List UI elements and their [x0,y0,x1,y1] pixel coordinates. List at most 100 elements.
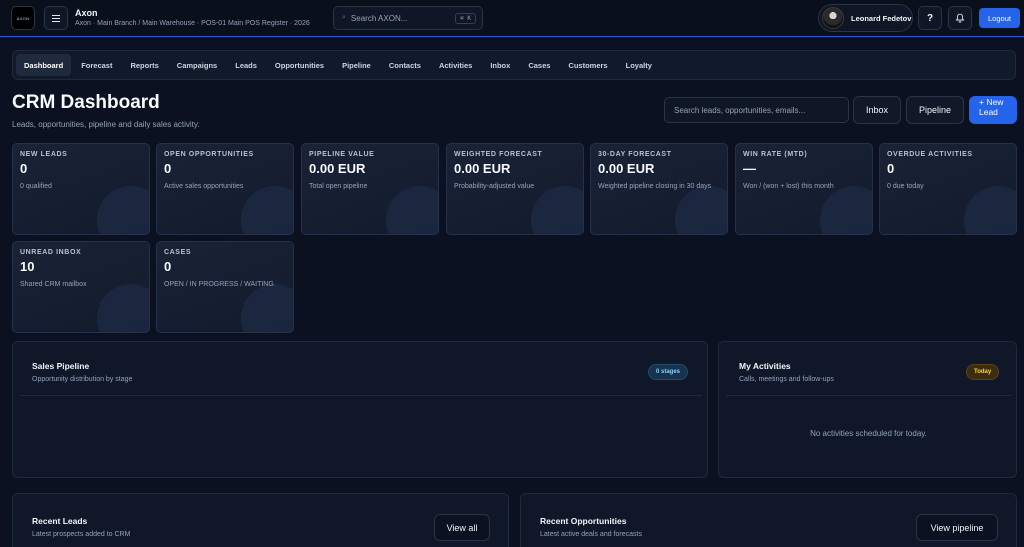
search-shortcut-badge: ⌘ K [455,13,476,24]
my-activities-title: My Activities [739,361,791,371]
kpi-note: Active sales opportunities [164,183,244,190]
recent-opportunities-panel: Recent Opportunities Latest active deals… [520,493,1017,547]
kpi-card[interactable]: CASES 0 OPEN / IN PROGRESS / WAITING [156,241,294,333]
card-decoration [97,284,149,332]
kpi-note: 0 due today [887,183,924,190]
kpi-note: Won / (won + lost) this month [743,183,834,190]
kpi-note: Total open pipeline [309,183,368,190]
recent-opportunities-subtitle: Latest active deals and forecasts [540,531,642,538]
today-badge: Today [966,364,1000,380]
new-lead-button[interactable]: + New Lead [969,96,1017,124]
panel-divider [20,395,702,396]
kpi-card[interactable]: UNREAD INBOX 10 Shared CRM mailbox [12,241,150,333]
tab-cases[interactable]: Cases [520,54,558,76]
breadcrumb: Axon · Main Branch / Main Warehouse · PO… [75,20,310,27]
crm-search-input[interactable]: Search leads, opportunities, emails... [664,97,849,123]
inbox-button[interactable]: Inbox [853,96,901,124]
kpi-label: WIN RATE (MTD) [743,151,808,158]
search-icon: ⌕ [342,14,346,21]
card-decoration [820,186,872,234]
kpi-label: OVERDUE ACTIVITIES [887,151,973,158]
my-activities-subtitle: Calls, meetings and follow-ups [739,376,834,383]
user-menu[interactable]: Leonard Fedetov [818,4,913,32]
recent-leads-panel: Recent Leads Latest prospects added to C… [12,493,509,547]
menu-button[interactable] [44,6,68,30]
tab-customers[interactable]: Customers [560,54,615,76]
page-title: CRM Dashboard [12,92,160,113]
global-search-placeholder: Search AXON... [350,13,408,23]
kpi-card[interactable]: OVERDUE ACTIVITIES 0 0 due today [879,143,1017,235]
page-subtitle: Leads, opportunities, pipeline and daily… [12,120,200,129]
card-decoration [386,186,438,234]
top-bar: AXON Axon Axon · Main Branch / Main Ware… [0,0,1024,37]
kpi-label: CASES [164,249,192,256]
question-icon: ? [926,12,934,24]
tab-loyalty[interactable]: Loyalty [618,54,660,76]
bell-icon [955,13,965,23]
tab-pipeline[interactable]: Pipeline [334,54,379,76]
panel-divider [726,395,1011,396]
kpi-card[interactable]: OPEN OPPORTUNITIES 0 Active sales opportun… [156,143,294,235]
recent-opportunities-title: Recent Opportunities [540,516,627,526]
card-decoration [97,186,149,234]
tab-contacts[interactable]: Contacts [381,54,429,76]
sales-pipeline-title: Sales Pipeline [32,361,90,371]
logout-button[interactable]: Logout [979,8,1020,28]
view-all-leads-button[interactable]: View all [434,514,490,541]
kpi-value: 0 [887,161,895,176]
sales-pipeline-panel: Sales Pipeline Opportunity distribution … [12,341,708,478]
kpi-note: OPEN / IN PROGRESS / WAITING [164,281,274,288]
kpi-value: 0.00 EUR [454,161,511,176]
kpi-value: 0 [164,161,172,176]
my-activities-panel: My Activities Calls, meetings and follow… [718,341,1017,478]
kpi-label: UNREAD INBOX [20,249,82,256]
kpi-value: 10 [20,259,35,274]
kpi-label: 30-DAY FORECAST [598,151,672,158]
recent-leads-subtitle: Latest prospects added to CRM [32,531,131,538]
kpi-card[interactable]: WEIGHTED FORECAST 0.00 EUR Probability-adj… [446,143,584,235]
tab-campaigns[interactable]: Campaigns [169,54,225,76]
tab-reports[interactable]: Reports [122,54,166,76]
logo-text: AXON [16,15,30,21]
pipeline-button[interactable]: Pipeline [906,96,964,124]
help-button[interactable]: ? [918,6,942,30]
kpi-label: OPEN OPPORTUNITIES [164,151,254,158]
tab-inbox[interactable]: Inbox [482,54,518,76]
kpi-value: 0.00 EUR [309,161,366,176]
notifications-button[interactable] [948,6,972,30]
kpi-note: 0 qualified [20,183,52,190]
kpi-card[interactable]: WIN RATE (MTD) — Won / (won + lost) this m… [735,143,873,235]
empty-activities-text: No activities scheduled for today. [810,429,927,438]
view-pipeline-button[interactable]: View pipeline [916,514,998,541]
avatar [822,7,844,29]
kpi-card[interactable]: 30-DAY FORECAST 0.00 EUR Weighted pipeline… [590,143,728,235]
tab-opportunities[interactable]: Opportunities [267,54,332,76]
user-name: Leonard Fedetov [851,13,912,23]
kpi-card[interactable]: PIPELINE VALUE 0.00 EUR Total open pipelin… [301,143,439,235]
tab-leads[interactable]: Leads [227,54,265,76]
card-decoration [531,186,583,234]
brand-block: Axon Axon · Main Branch / Main Warehouse… [75,8,310,27]
recent-leads-title: Recent Leads [32,516,88,526]
kpi-label: WEIGHTED FORECAST [454,151,543,158]
app-logo[interactable]: AXON [11,6,35,30]
stages-badge: 0 stages [648,364,689,380]
kpi-card[interactable]: NEW LEADS 0 0 qualified [12,143,150,235]
kpi-note: Shared CRM mailbox [20,281,87,288]
kpi-value: 0.00 EUR [598,161,655,176]
hamburger-icon [52,14,60,22]
tab-forecast[interactable]: Forecast [73,54,120,76]
tab-dashboard[interactable]: Dashboard [16,54,72,76]
global-search-input[interactable]: ⌕ Search AXON... ⌘ K [333,6,483,30]
kpi-note: Weighted pipeline closing in 30 days [598,183,712,190]
tab-activities[interactable]: Activities [431,54,480,76]
kpi-value: — [743,161,756,176]
crm-nav: Dashboard Forecast Reports Campaigns Leads Op… [12,50,1016,80]
kpi-value: 0 [20,161,28,176]
app-name: Axon [75,8,98,18]
card-decoration [241,186,293,234]
kpi-label: PIPELINE VALUE [309,151,375,158]
card-decoration [241,284,293,332]
kpi-label: NEW LEADS [20,151,68,158]
sales-pipeline-subtitle: Opportunity distribution by stage [32,376,133,383]
